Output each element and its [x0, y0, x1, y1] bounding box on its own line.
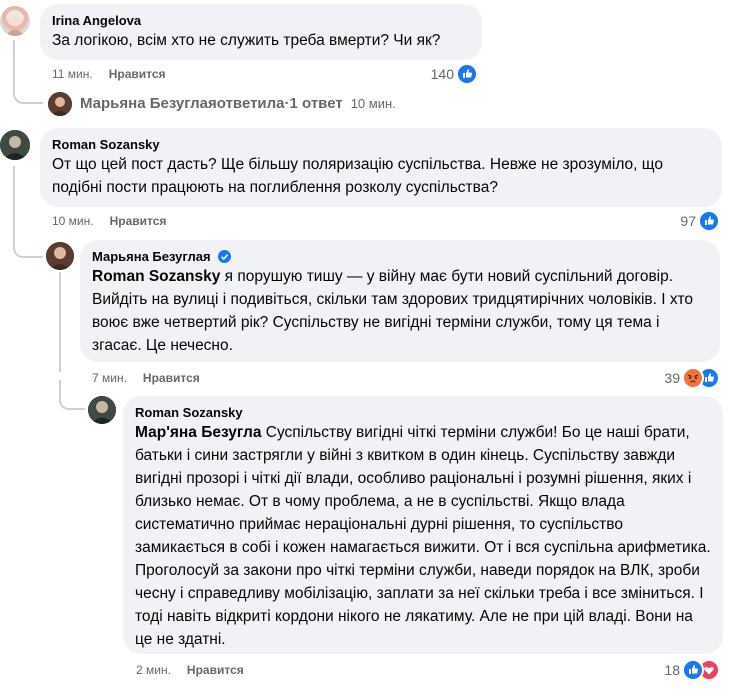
reaction-count-number: 140	[430, 66, 454, 82]
avatar[interactable]	[48, 92, 72, 116]
avatar[interactable]	[46, 242, 74, 270]
comment-bubble: Irina Angelova За логікою, всім хто не с…	[40, 4, 482, 60]
reply-author: Марьяна Безуглая	[80, 95, 217, 112]
comment-text: Мар'яна Безугла Суспільству вигідні чітк…	[135, 421, 711, 651]
comment-time[interactable]: 10 мин.	[52, 214, 94, 228]
reaction-count-number: 18	[664, 662, 680, 678]
thread-line	[13, 166, 15, 236]
comment-text: Roman Sozansky я порушую тишу — у війну …	[92, 265, 708, 357]
thread-curve	[59, 380, 85, 410]
reaction-count-number: 39	[664, 370, 680, 386]
like-icon	[682, 659, 704, 681]
reply-time: 10 мин.	[350, 96, 396, 111]
like-button[interactable]: Нравится	[187, 663, 244, 677]
like-button[interactable]: Нравится	[109, 67, 166, 81]
avatar-image	[48, 92, 72, 116]
avatar[interactable]	[0, 130, 30, 160]
reaction-count[interactable]: 18	[630, 659, 720, 681]
reply-action: ответила	[216, 95, 285, 112]
comment-time[interactable]: 11 мин.	[52, 67, 93, 81]
reaction-count[interactable]: 97	[640, 210, 720, 232]
comment-bubble: Roman Sozansky От що цей пост дасть? Ще …	[40, 128, 722, 207]
reaction-count[interactable]: 39	[630, 367, 720, 389]
comment-author[interactable]: Roman Sozansky	[135, 404, 711, 421]
thread-line	[59, 272, 61, 372]
comment-meta: 10 мин. Нравится	[52, 214, 166, 228]
avatar-image	[0, 130, 30, 160]
comment-meta: 2 мин. Нравится	[136, 663, 244, 677]
comment-bubble: Roman Sozansky Мар'яна Безугла Суспільст…	[123, 396, 723, 654]
comment-meta: 7 мин. Нравится	[92, 371, 200, 385]
mention-link[interactable]: Мар'яна Безугла	[135, 424, 261, 441]
comment-text: От що цей пост дасть? Ще більшу поляриза…	[52, 156, 663, 196]
comment-text: За логікою, всім хто не служить треба вм…	[52, 32, 441, 49]
like-icon	[456, 63, 478, 85]
avatar-image	[46, 242, 74, 270]
like-icon	[698, 210, 720, 232]
reaction-count-number: 97	[680, 213, 696, 229]
comment-author[interactable]: Irina Angelova	[52, 12, 470, 29]
mention-link[interactable]: Roman Sozansky	[92, 268, 220, 285]
avatar[interactable]	[0, 6, 30, 36]
verified-badge-icon	[218, 250, 232, 263]
angry-icon	[682, 367, 704, 389]
comment-author[interactable]: Roman Sozansky	[52, 136, 710, 153]
comment-author-name[interactable]: Марьяна Безуглая	[92, 249, 211, 264]
comment-meta: 11 мин. Нравится	[52, 67, 166, 81]
comment-time[interactable]: 2 мин.	[136, 663, 171, 677]
avatar-image	[88, 396, 116, 424]
thread-curve	[13, 230, 43, 258]
like-button[interactable]: Нравится	[110, 214, 167, 228]
comment-author: Марьяна Безуглая	[92, 248, 708, 265]
avatar-image	[5, 10, 25, 36]
comment-bubble: Марьяна Безуглая Roman Sozansky я порушу…	[80, 240, 720, 362]
like-button[interactable]: Нравится	[143, 371, 200, 385]
comment-body: Суспільству вигідні чіткі терміни служби…	[135, 424, 711, 648]
reaction-count[interactable]: 140	[400, 63, 478, 85]
thread-curve	[13, 80, 43, 104]
view-replies-link[interactable]: Марьяна Безуглая ответила · 1 ответ 10 м…	[80, 95, 396, 112]
avatar[interactable]	[88, 396, 116, 424]
comment-time[interactable]: 7 мин.	[92, 371, 127, 385]
reply-count: 1 ответ	[289, 95, 343, 112]
